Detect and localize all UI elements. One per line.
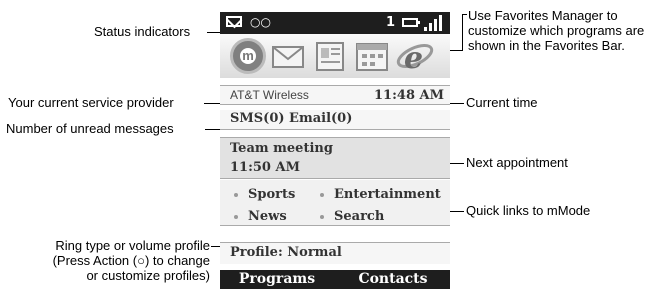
quick-link-label: News bbox=[248, 209, 287, 224]
callout-status-indicators: Status indicators bbox=[94, 24, 191, 39]
profile-row[interactable]: Profile: Normal bbox=[220, 242, 450, 264]
callout-favorites-manager: Use Favorites Manager to customize which… bbox=[468, 8, 645, 53]
quick-link-sports[interactable]: Sports bbox=[234, 184, 295, 206]
unread-messages: SMS(0) Email(0) bbox=[230, 111, 353, 126]
contacts-softkey[interactable]: Contacts bbox=[336, 270, 450, 289]
unread-messages-row[interactable]: SMS(0) Email(0) bbox=[220, 110, 450, 130]
service-provider: AT&T Wireless bbox=[230, 88, 309, 102]
callout-quick-links: Quick links to mMode bbox=[466, 203, 591, 218]
calendar-icon[interactable] bbox=[354, 38, 390, 74]
callout-ring-type-line2: (Press Action (○) to change bbox=[52, 253, 210, 268]
quick-link-search[interactable]: Search bbox=[320, 206, 384, 228]
mmode-icon[interactable]: m bbox=[230, 38, 266, 74]
appointment-row[interactable]: Team meeting 11:50 AM bbox=[220, 137, 450, 179]
leader-favorites-manager-v bbox=[462, 14, 463, 50]
callout-unread-messages: Number of unread messages bbox=[6, 121, 174, 136]
current-time: 11:48 AM bbox=[374, 88, 444, 103]
softkey-bar: Programs Contacts bbox=[220, 270, 450, 289]
messaging-icon[interactable] bbox=[270, 38, 306, 74]
quick-link-label: Sports bbox=[248, 187, 296, 202]
bullet-icon bbox=[320, 192, 324, 197]
mmode-quick-links: Sports Entertainment News Search bbox=[220, 180, 450, 226]
callout-ring-type: Ring type or volume profile (Press Actio… bbox=[10, 238, 210, 283]
callout-ring-type-line3: or customize profiles) bbox=[86, 268, 210, 283]
internet-explorer-icon[interactable]: e bbox=[396, 38, 434, 76]
provider-row: AT&T Wireless 11:48 AM bbox=[220, 85, 450, 105]
quick-link-label: Search bbox=[334, 209, 385, 224]
envelope-icon[interactable] bbox=[226, 16, 242, 27]
appointment-time: 11:50 AM bbox=[230, 160, 300, 175]
programs-softkey[interactable]: Programs bbox=[220, 270, 334, 289]
favorites-bar: m e bbox=[220, 34, 450, 78]
callout-service-provider: Your current service provider bbox=[8, 95, 174, 110]
callout-ring-type-line1: Ring type or volume profile bbox=[55, 238, 210, 253]
quick-link-label: Entertainment bbox=[334, 187, 441, 202]
quick-link-entertainment[interactable]: Entertainment bbox=[320, 184, 441, 206]
profile-label: Profile: Normal bbox=[230, 245, 342, 260]
battery-icon[interactable] bbox=[402, 18, 420, 27]
svg-text:e: e bbox=[404, 41, 423, 74]
phone-home-screen: ○○ 1 m e AT&T Wireless 11:48 AM SMS(0) E… bbox=[220, 12, 450, 289]
bullet-icon bbox=[320, 214, 324, 219]
mmode-glyph: m bbox=[240, 48, 256, 64]
status-bar: ○○ 1 bbox=[220, 12, 450, 34]
bullet-icon bbox=[234, 214, 238, 219]
line-number-indicator: 1 bbox=[386, 15, 396, 30]
leader-favorites-manager-top bbox=[462, 14, 467, 15]
contacts-icon[interactable] bbox=[312, 38, 348, 74]
callout-current-time: Current time bbox=[466, 95, 538, 110]
appointment-title: Team meeting bbox=[230, 141, 333, 156]
callout-next-appointment: Next appointment bbox=[466, 155, 568, 170]
quick-link-news[interactable]: News bbox=[234, 206, 287, 228]
voicemail-icon[interactable]: ○○ bbox=[250, 15, 271, 29]
signal-icon[interactable] bbox=[424, 15, 444, 31]
bullet-icon bbox=[234, 192, 238, 197]
